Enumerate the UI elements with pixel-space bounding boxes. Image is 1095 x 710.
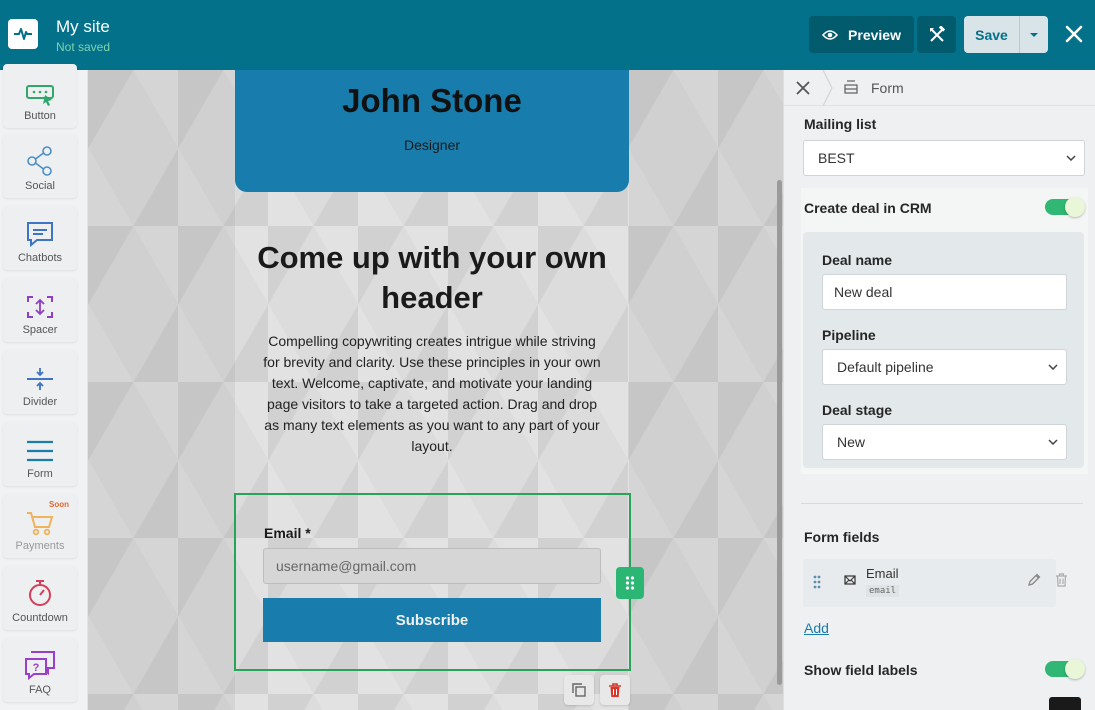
profile-card[interactable]: John Stone Designer [235, 70, 629, 192]
form-icon [844, 80, 858, 94]
svg-text:?: ? [33, 662, 40, 674]
text-color-swatch[interactable] [1049, 697, 1081, 710]
widget-chatbots[interactable]: Chatbots [3, 206, 77, 270]
soon-badge: Soon [49, 500, 69, 509]
breadcrumb-separator-icon [822, 70, 833, 106]
chat-bubble-icon [27, 222, 53, 248]
preview-label: Preview [848, 26, 901, 43]
content-body-text[interactable]: Compelling copywriting creates intrigue … [260, 331, 604, 457]
profile-name[interactable]: John Stone [235, 82, 629, 120]
subscribe-form-block[interactable]: Email * username@gmail.com Subscribe [234, 493, 631, 671]
widget-label: Button [24, 110, 56, 122]
spacer-icon [27, 296, 53, 318]
block-drag-handle[interactable] [616, 567, 644, 599]
site-title[interactable]: My site [56, 17, 110, 37]
deal-name-input[interactable]: New deal [822, 274, 1067, 310]
mailing-list-label: Mailing list [804, 116, 877, 132]
deal-stage-select[interactable]: New [822, 424, 1067, 460]
drag-dots-icon[interactable] [813, 574, 821, 590]
widget-button[interactable]: Button [3, 64, 77, 128]
breadcrumb: Form [784, 70, 1095, 106]
caret-down-icon [1030, 32, 1038, 37]
trash-icon [609, 682, 621, 697]
widget-divider[interactable]: Divider [3, 350, 77, 414]
widget-label: Chatbots [17, 252, 63, 264]
delete-block-button[interactable] [600, 675, 630, 705]
eye-icon [822, 29, 839, 40]
ruler-pencil-icon [929, 25, 945, 42]
email-input[interactable]: username@gmail.com [263, 548, 601, 584]
breadcrumb-form-label[interactable]: Form [871, 80, 904, 96]
widget-label: Form [27, 468, 53, 480]
divider-icon [27, 368, 53, 390]
pencil-icon[interactable] [1027, 573, 1041, 587]
widget-label: Divider [22, 396, 58, 408]
form-fields-label: Form fields [804, 529, 880, 545]
share-icon [27, 146, 52, 176]
crm-deal-section: Create deal in CRM Deal name New deal Pi… [801, 188, 1088, 474]
widget-faq[interactable]: ? FAQ [3, 638, 77, 702]
pipeline-select[interactable]: Default pipeline [822, 349, 1067, 385]
cursor-click-icon [26, 85, 54, 106]
top-bar: My site Not saved Preview Save [0, 0, 1095, 70]
content-header[interactable]: Come up with your own header [235, 238, 629, 318]
save-status: Not saved [56, 40, 111, 54]
copy-icon [572, 683, 586, 697]
cart-icon [27, 512, 54, 536]
duplicate-block-button[interactable] [564, 675, 594, 705]
widget-label: Payments [15, 540, 65, 552]
deal-stage-label: Deal stage [822, 402, 893, 418]
chevron-down-icon [1066, 155, 1076, 161]
widget-form[interactable]: Form [3, 422, 77, 486]
field-name: Email [866, 566, 899, 581]
design-tools-button[interactable] [917, 16, 956, 53]
widget-countdown[interactable]: Countdown [3, 566, 77, 630]
show-field-labels-label: Show field labels [804, 662, 918, 678]
pipeline-label: Pipeline [822, 327, 876, 343]
create-deal-toggle[interactable] [1045, 197, 1085, 217]
show-field-labels-toggle[interactable] [1045, 659, 1085, 679]
deal-name-label: Deal name [822, 252, 893, 268]
widget-payments[interactable]: Soon Payments [3, 494, 77, 558]
subscribe-button[interactable]: Subscribe [263, 598, 601, 642]
close-icon [1065, 25, 1083, 43]
create-deal-label: Create deal in CRM [804, 200, 932, 216]
envelope-icon [844, 575, 856, 585]
profile-role[interactable]: Designer [235, 137, 629, 153]
mailing-list-select[interactable]: BEST [803, 140, 1085, 176]
page-canvas[interactable]: John Stone Designer Come up with your ow… [88, 70, 783, 710]
form-field-row[interactable]: Email email [803, 559, 1067, 607]
widget-label: Spacer [22, 324, 58, 336]
widget-social[interactable]: Social [3, 134, 77, 198]
widget-label: Countdown [12, 612, 68, 624]
field-type-badge: email [866, 585, 900, 597]
add-field-link[interactable]: Add [804, 620, 829, 636]
chevron-down-icon [1048, 364, 1058, 370]
crm-deal-options: Deal name New deal Pipeline Default pipe… [803, 232, 1084, 468]
stopwatch-icon [29, 580, 51, 606]
widget-spacer[interactable]: Spacer [3, 278, 77, 342]
close-editor-button[interactable] [1062, 22, 1086, 46]
save-options-button[interactable] [1019, 16, 1048, 53]
form-lines-icon [27, 440, 53, 462]
app-logo-icon[interactable] [8, 19, 38, 49]
ruler-pencil-icon[interactable] [794, 79, 812, 97]
email-field-label: Email * [264, 525, 311, 541]
widget-label: Social [25, 180, 55, 192]
trash-icon[interactable] [1055, 573, 1068, 587]
faq-icon: ? [25, 651, 55, 680]
canvas-scrollbar[interactable] [777, 180, 782, 685]
widget-label: FAQ [28, 684, 51, 696]
section-divider [801, 503, 1083, 504]
widget-sidebar: Button Social Chatbots Spacer Divider Fo… [0, 64, 88, 710]
preview-button[interactable]: Preview [809, 16, 914, 53]
chevron-down-icon [1048, 439, 1058, 445]
settings-panel: Form Mailing list BEST Create deal in CR… [783, 70, 1095, 710]
save-button[interactable]: Save [964, 16, 1019, 53]
drag-dots-icon [625, 576, 635, 590]
